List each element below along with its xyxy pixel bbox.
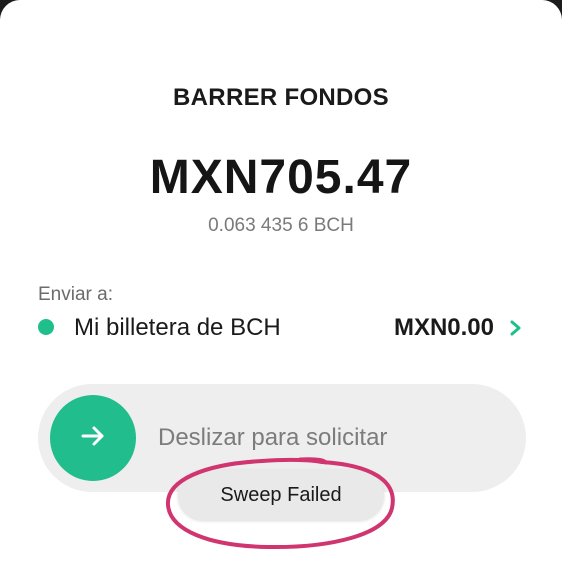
toast-message: Sweep Failed [220,483,342,506]
wallet-status-dot [38,319,54,335]
send-to-label: Enviar a: [38,284,113,305]
sheet-title: BARRER FONDOS [173,84,389,111]
wallet-balance: MXN0.00 [393,314,494,341]
toast-notification: Sweep Failed [178,470,384,520]
slider-label: Deslizar para solicitar [158,424,388,451]
fiat-amount: MXN705.47 [149,151,413,204]
destination-wallet-row[interactable]: Mi billetera de BCH MXN0.00 [36,312,526,344]
slider-knob[interactable] [50,395,136,481]
arrow-right-icon [78,421,108,456]
crypto-amount: 0.063 435 6 BCH [208,215,354,236]
wallet-name: Mi billetera de BCH [74,314,281,341]
bottom-sheet: BARRER FONDOS MXN705.47 0.063 435 6 BCH … [0,0,562,561]
chevron-right-icon [506,316,526,340]
